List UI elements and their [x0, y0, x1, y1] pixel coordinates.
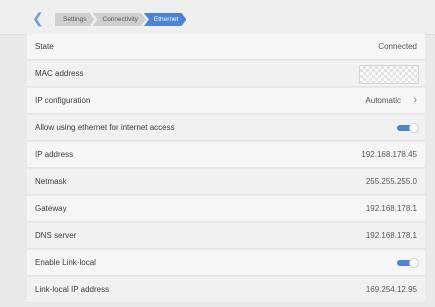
mac-address-value-redacted [359, 65, 419, 84]
row-state: State Connected [27, 34, 425, 60]
row-link-local-ip: Link-local IP address 169.254.12.95 [27, 277, 425, 303]
chevron-right-icon: › [413, 94, 417, 106]
state-value: Connected [378, 42, 417, 51]
row-label: Link-local IP address [35, 285, 110, 294]
back-chevron-icon[interactable]: ❮ [32, 11, 46, 25]
link-local-ip-value: 169.254.12.95 [365, 285, 417, 294]
row-ip-address: IP address 192.168.178.45 [27, 142, 425, 168]
row-label: IP address [35, 150, 74, 159]
enable-link-local-toggle[interactable] [397, 258, 419, 268]
row-gateway: Gateway 192.168.178.1 [27, 196, 425, 222]
toggle-knob [409, 258, 419, 268]
breadcrumb-connectivity[interactable]: Connectivity [93, 13, 146, 26]
netmask-value: 255.255.255.0 [365, 177, 417, 186]
top-bar: ❮ Settings Connectivity Ethernet [0, 0, 435, 35]
row-label: MAC address [35, 69, 84, 78]
row-label: Gateway [35, 204, 67, 213]
dns-server-value: 192.168.178.1 [365, 231, 417, 240]
row-label: Netmask [35, 177, 67, 186]
row-label: DNS server [35, 231, 77, 240]
allow-ethernet-internet-toggle[interactable] [397, 123, 419, 133]
row-allow-ethernet-internet: Allow using ethernet for internet access [27, 115, 425, 141]
breadcrumb-settings[interactable]: Settings [55, 13, 95, 26]
gateway-value: 192.168.178.1 [365, 204, 417, 213]
row-label: IP configuration [35, 96, 91, 105]
row-label: State [35, 42, 54, 51]
toggle-knob [409, 123, 419, 133]
row-mac-address: MAC address [27, 61, 425, 87]
row-netmask: Netmask 255.255.255.0 [27, 169, 425, 195]
ip-address-value: 192.168.178.45 [361, 150, 417, 159]
row-label: Allow using ethernet for internet access [35, 123, 175, 132]
row-dns-server: DNS server 192.168.178.1 [27, 223, 425, 249]
row-ip-configuration[interactable]: IP configuration Automatic › [27, 88, 425, 114]
breadcrumb: Settings Connectivity Ethernet [55, 13, 184, 26]
breadcrumb-ethernet[interactable]: Ethernet [144, 13, 187, 26]
row-label: Enable Link-local [35, 258, 96, 267]
ip-configuration-value: Automatic [365, 96, 401, 105]
ethernet-settings-panel: State Connected MAC address IP configura… [27, 34, 425, 307]
row-enable-link-local: Enable Link-local [27, 250, 425, 276]
